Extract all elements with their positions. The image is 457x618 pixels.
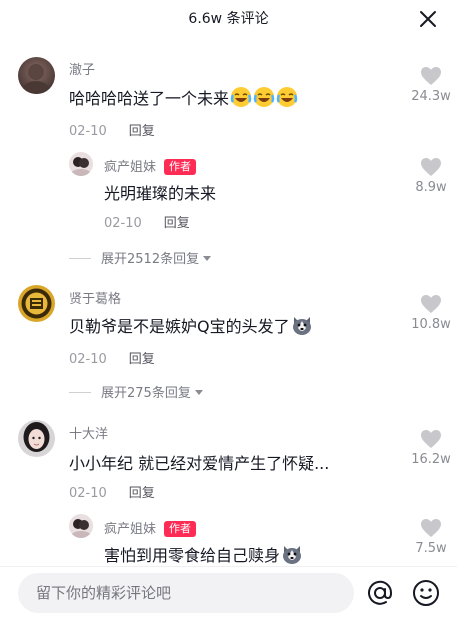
heart-icon[interactable]	[420, 429, 442, 449]
avatar[interactable]	[69, 514, 93, 538]
avatar[interactable]	[18, 57, 55, 94]
comment-text: 小小年纪 就已经对爱情产生了怀疑...	[69, 454, 330, 473]
avatar[interactable]	[69, 152, 93, 176]
comment-username[interactable]: 贤于葛格	[69, 288, 121, 307]
husky-emoji-icon	[283, 546, 302, 564]
reply-text-content: 害怕到用零食给自己赎身	[104, 546, 281, 565]
expand-replies-button[interactable]: 展开275条回复	[69, 382, 203, 401]
avatar-image	[18, 285, 55, 322]
avatar-image	[18, 420, 55, 457]
comment-username[interactable]: 十大洋	[69, 423, 108, 442]
like-button[interactable]: 24.3w	[401, 66, 457, 104]
reply-meta: 02-10 回复	[104, 212, 190, 231]
comment-input[interactable]	[18, 573, 354, 613]
like-count: 7.5w	[415, 541, 447, 556]
reply-username-text[interactable]: 疯产姐妹	[104, 160, 156, 175]
caret-down-icon	[203, 256, 212, 261]
reply-button[interactable]: 回复	[129, 486, 155, 501]
heart-icon[interactable]	[420, 518, 442, 538]
reply-date: 02-10	[104, 216, 142, 231]
comment-input-bar	[0, 566, 457, 618]
comment-text-content: 哈哈哈哈送了一个未来	[69, 89, 230, 108]
comment-count-title: 6.6w 条评论	[188, 11, 269, 27]
laugh-cry-emoji-icon	[230, 87, 252, 107]
reply-button[interactable]: 回复	[129, 124, 155, 139]
reply-text: 光明璀璨的未来	[104, 184, 217, 203]
avatar-image	[69, 514, 93, 538]
author-badge: 作者	[164, 521, 197, 537]
comments-header: 6.6w 条评论	[0, 0, 457, 36]
like-count: 24.3w	[411, 89, 451, 104]
comment-text-content: 贝勒爷是不是嫉妒Q宝的头发了	[69, 317, 290, 336]
like-button[interactable]: 16.2w	[401, 429, 457, 467]
caret-down-icon	[194, 390, 203, 395]
emoji-picker-icon[interactable]	[412, 579, 440, 607]
divider-line	[69, 258, 91, 259]
comment-text: 贝勒爷是不是嫉妒Q宝的头发了	[69, 313, 313, 337]
comment-date: 02-10	[69, 352, 107, 367]
comment-date: 02-10	[69, 486, 107, 501]
close-icon[interactable]	[419, 10, 437, 28]
like-count: 16.2w	[411, 452, 451, 467]
reply-username: 疯产姐妹 作者	[104, 156, 197, 175]
laugh-cry-emoji-icon	[276, 87, 298, 107]
reply-button[interactable]: 回复	[164, 216, 190, 231]
heart-icon[interactable]	[420, 294, 442, 314]
comment-meta: 02-10 回复	[69, 482, 155, 501]
heart-icon[interactable]	[420, 157, 442, 177]
comment-text: 哈哈哈哈送了一个未来	[69, 85, 298, 109]
author-badge: 作者	[164, 159, 197, 175]
comment-meta: 02-10 回复	[69, 348, 155, 367]
comment-date: 02-10	[69, 124, 107, 139]
avatar[interactable]	[18, 420, 55, 457]
avatar[interactable]	[18, 285, 55, 322]
expand-replies-button[interactable]: 展开2512条回复	[69, 248, 212, 267]
avatar-image	[18, 57, 55, 94]
heart-icon[interactable]	[420, 66, 442, 86]
like-button[interactable]: 10.8w	[401, 294, 457, 332]
avatar-image	[69, 152, 93, 176]
comment-meta: 02-10 回复	[69, 120, 155, 139]
expand-replies-label: 展开275条回复	[101, 386, 191, 401]
like-button[interactable]: 8.9w	[401, 157, 457, 195]
reply-text: 害怕到用零食给自己赎身	[104, 542, 303, 566]
divider-line	[69, 392, 91, 393]
laugh-cry-emoji-icon	[253, 87, 275, 107]
like-count: 8.9w	[415, 180, 447, 195]
like-count: 10.8w	[411, 317, 451, 332]
at-mention-icon[interactable]	[366, 579, 394, 607]
comment-username[interactable]: 澈子	[69, 59, 95, 78]
like-button[interactable]: 7.5w	[401, 518, 457, 556]
reply-username: 疯产姐妹 作者	[104, 518, 197, 537]
reply-button[interactable]: 回复	[129, 352, 155, 367]
expand-replies-label: 展开2512条回复	[101, 252, 200, 267]
husky-emoji-icon	[292, 317, 311, 335]
reply-username-text[interactable]: 疯产姐妹	[104, 522, 156, 537]
